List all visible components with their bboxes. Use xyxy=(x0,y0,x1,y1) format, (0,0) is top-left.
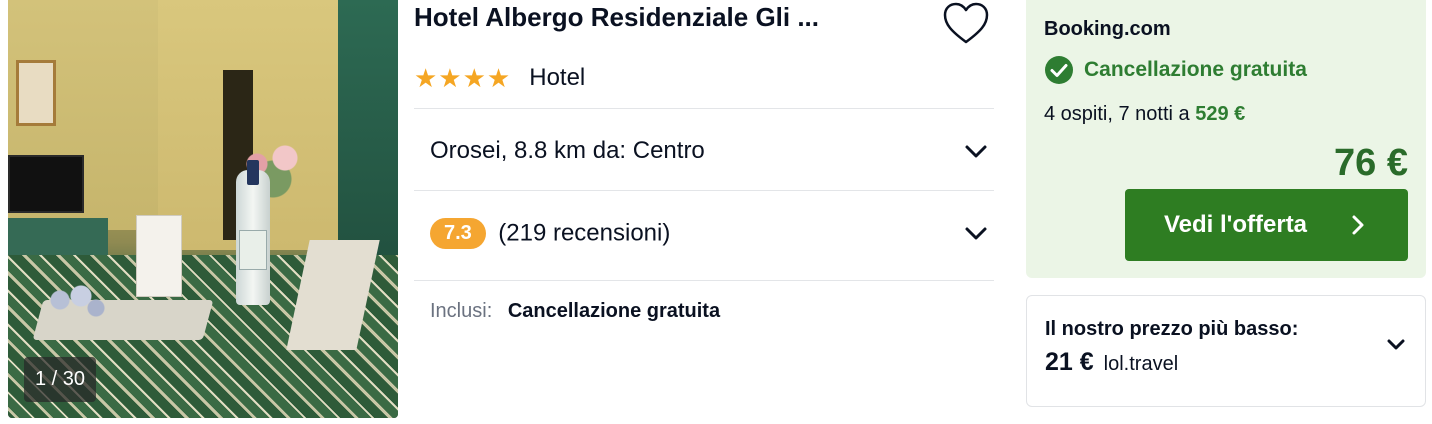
photo-cabinet xyxy=(338,0,398,280)
chevron-down-icon xyxy=(965,227,987,240)
check-circle-icon xyxy=(1045,56,1073,84)
included-info: Inclusi: Cancellazione gratuita xyxy=(430,300,720,323)
stay-summary: 4 ospiti, 7 notti a 529 € xyxy=(1044,103,1245,126)
photo-counter: 1 / 30 xyxy=(24,357,96,402)
review-count: (219 recensioni) xyxy=(498,219,671,246)
free-cancellation: Cancellazione gratuita xyxy=(1044,55,1307,85)
nightly-price: 76 € xyxy=(1334,142,1408,184)
photo-tv xyxy=(8,155,84,213)
chevron-down-icon xyxy=(1387,339,1405,350)
hotel-info: Hotel Albergo Residenziale Gli ... ★★★★ … xyxy=(414,0,994,424)
rating-badge: 7.3 xyxy=(430,217,486,249)
lowest-price-line: 21 € lol.travel xyxy=(1045,348,1178,377)
divider xyxy=(414,108,994,109)
lowest-price: 21 € xyxy=(1045,348,1094,376)
included-value: Cancellazione gratuita xyxy=(507,300,721,322)
view-offer-button[interactable]: Vedi l'offerta xyxy=(1125,189,1408,261)
total-price: 529 € xyxy=(1195,103,1246,125)
photo-bottle xyxy=(236,160,270,305)
photo-card xyxy=(136,215,182,297)
view-offer-label: Vedi l'offerta xyxy=(1163,211,1308,238)
lowest-price-title: Il nostro prezzo più basso: xyxy=(1045,318,1299,340)
included-label: Inclusi: xyxy=(430,300,493,322)
location-text: Orosei, 8.8 km da: Centro xyxy=(430,137,705,164)
chevron-down-icon xyxy=(965,145,987,158)
heart-icon[interactable] xyxy=(941,0,991,48)
deal-panel: Booking.com Cancellazione gratuita 4 osp… xyxy=(1026,0,1426,278)
lowest-price-site: lol.travel xyxy=(1103,353,1179,375)
hotel-type: Hotel xyxy=(529,64,586,91)
photo-frame xyxy=(16,60,56,126)
cancellation-text: Cancellazione gratuita xyxy=(1084,58,1307,81)
rating-row[interactable]: 7.3 (219 recensioni) xyxy=(430,203,990,263)
guests-nights: 4 ospiti, 7 notti a xyxy=(1044,103,1190,125)
location-row[interactable]: Orosei, 8.8 km da: Centro xyxy=(430,121,990,181)
divider xyxy=(414,280,994,281)
chevron-right-icon xyxy=(1352,215,1364,235)
photo-ornaments xyxy=(48,280,108,320)
hotel-photo[interactable] xyxy=(8,0,398,418)
star-rating-icon: ★★★★ xyxy=(414,63,512,93)
divider xyxy=(414,190,994,191)
hotel-name[interactable]: Hotel Albergo Residenziale Gli ... xyxy=(414,2,914,33)
hotel-category: ★★★★ Hotel xyxy=(414,62,585,94)
provider-name: Booking.com xyxy=(1044,18,1171,40)
lowest-price-box[interactable]: Il nostro prezzo più basso: 21 € lol.tra… xyxy=(1026,295,1426,407)
